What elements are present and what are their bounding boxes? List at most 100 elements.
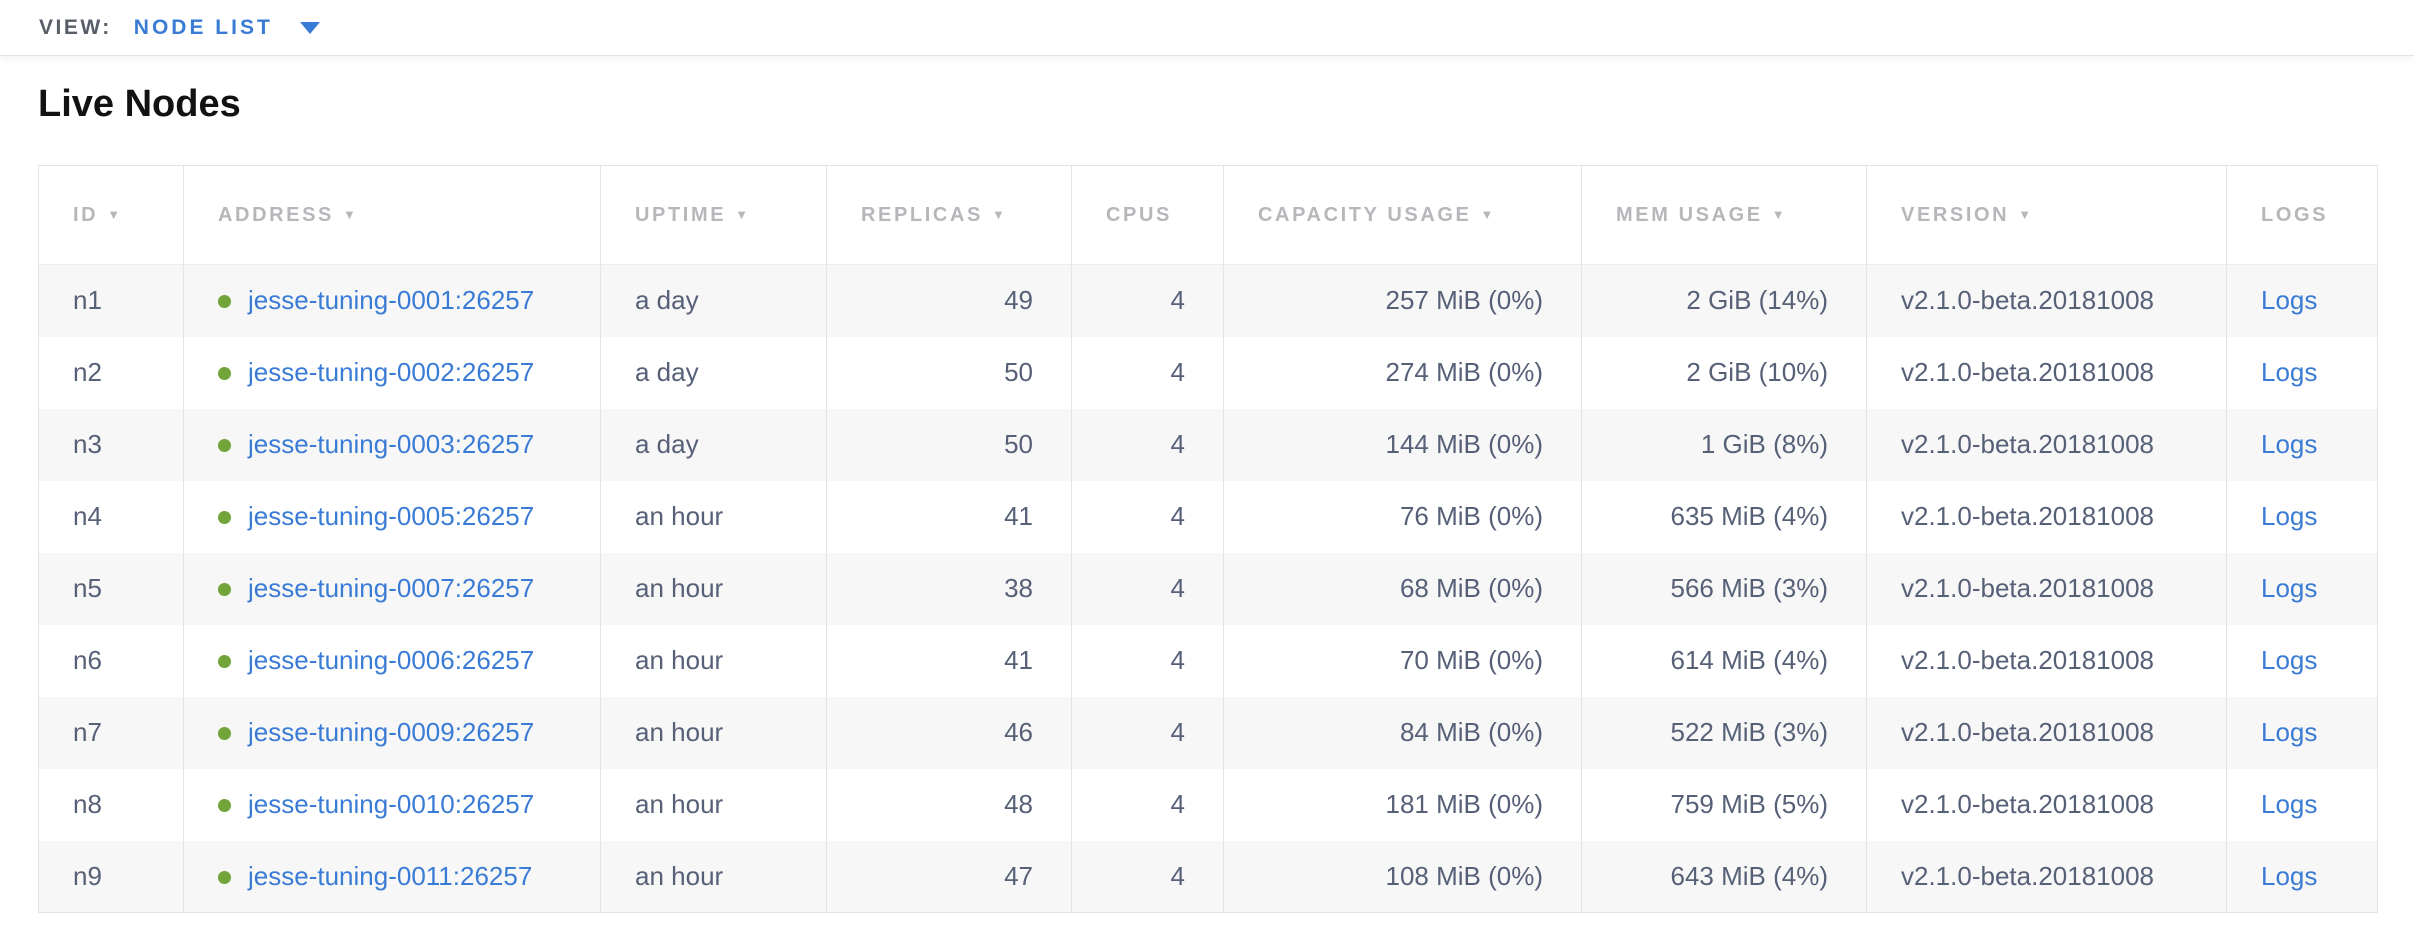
cell-id: n7 xyxy=(39,697,184,769)
cell-logs: Logs xyxy=(2227,841,2378,913)
cell-version: v2.1.0-beta.20181008 xyxy=(1867,625,2227,697)
node-address-link[interactable]: jesse-tuning-0001:26257 xyxy=(248,285,534,315)
cell-replicas: 41 xyxy=(827,481,1072,553)
cell-uptime: an hour xyxy=(601,625,827,697)
node-address-link[interactable]: jesse-tuning-0006:26257 xyxy=(248,645,534,675)
view-selector[interactable]: NODE LIST xyxy=(134,16,320,40)
cell-logs: Logs xyxy=(2227,769,2378,841)
cell-capacity: 76 MiB (0%) xyxy=(1224,481,1582,553)
cell-address: jesse-tuning-0006:26257 xyxy=(184,625,601,697)
live-nodes-table: ID▼ADDRESS▼UPTIME▼REPLICAS▼CPUSCAPACITY … xyxy=(38,165,2378,913)
cell-uptime: an hour xyxy=(601,697,827,769)
chevron-down-icon xyxy=(300,22,320,34)
node-logs-link[interactable]: Logs xyxy=(2261,573,2317,603)
cell-version: v2.1.0-beta.20181008 xyxy=(1867,841,2227,913)
cell-cpus: 4 xyxy=(1072,553,1224,625)
cell-logs: Logs xyxy=(2227,409,2378,481)
live-status-dot-icon xyxy=(218,583,231,596)
cell-replicas: 41 xyxy=(827,625,1072,697)
table-row: n3 jesse-tuning-0003:26257 a day504144 MiB… xyxy=(39,409,2378,481)
column-header-version[interactable]: VERSION▼ xyxy=(1867,166,2227,265)
column-header-replicas[interactable]: REPLICAS▼ xyxy=(827,166,1072,265)
live-status-dot-icon xyxy=(218,799,231,812)
node-logs-link[interactable]: Logs xyxy=(2261,501,2317,531)
node-logs-link[interactable]: Logs xyxy=(2261,285,2317,315)
live-status-dot-icon xyxy=(218,367,231,380)
cell-address: jesse-tuning-0005:26257 xyxy=(184,481,601,553)
column-header-id[interactable]: ID▼ xyxy=(39,166,184,265)
cell-cpus: 4 xyxy=(1072,769,1224,841)
cell-uptime: a day xyxy=(601,265,827,337)
cell-replicas: 47 xyxy=(827,841,1072,913)
cell-version: v2.1.0-beta.20181008 xyxy=(1867,481,2227,553)
table-row: n9jesse-tuning-0011:26257an hour474108 M… xyxy=(39,841,2378,913)
column-label: ADDRESS xyxy=(218,204,334,226)
node-address-link[interactable]: jesse-tuning-0009:26257 xyxy=(248,717,534,747)
table-row: n4jesse-tuning-0005:26257an hour41476 Mi… xyxy=(39,481,2378,553)
node-address-link[interactable]: jesse-tuning-0002:26257 xyxy=(248,357,534,387)
node-logs-link[interactable]: Logs xyxy=(2261,429,2317,459)
node-address-link[interactable]: jesse-tuning-0007:26257 xyxy=(248,573,534,603)
cell-uptime: a day xyxy=(601,409,827,481)
live-status-dot-icon xyxy=(218,871,231,884)
node-address-link[interactable]: jesse-tuning-0010:26257 xyxy=(248,789,534,819)
cell-capacity: 68 MiB (0%) xyxy=(1224,553,1582,625)
cell-mem: 643 MiB (4%) xyxy=(1582,841,1867,913)
cell-version: v2.1.0-beta.20181008 xyxy=(1867,409,2227,481)
cell-logs: Logs xyxy=(2227,337,2378,409)
cell-capacity: 108 MiB (0%) xyxy=(1224,841,1582,913)
cell-version: v2.1.0-beta.20181008 xyxy=(1867,553,2227,625)
cell-id: n5 xyxy=(39,553,184,625)
live-status-dot-icon xyxy=(218,655,231,668)
live-status-dot-icon xyxy=(218,727,231,740)
sort-desc-icon: ▼ xyxy=(1480,207,1493,222)
cell-id: n3 xyxy=(39,409,184,481)
cell-replicas: 50 xyxy=(827,409,1072,481)
cell-cpus: 4 xyxy=(1072,409,1224,481)
view-toolbar: VIEW: NODE LIST xyxy=(0,0,2414,56)
sort-desc-icon: ▼ xyxy=(735,207,748,222)
node-logs-link[interactable]: Logs xyxy=(2261,717,2317,747)
column-header-capacity[interactable]: CAPACITY USAGE▼ xyxy=(1224,166,1582,265)
table-row: n7jesse-tuning-0009:26257an hour46484 Mi… xyxy=(39,697,2378,769)
cell-capacity: 144 MiB (0%) xyxy=(1224,409,1582,481)
cell-mem: 566 MiB (3%) xyxy=(1582,553,1867,625)
node-address-link[interactable]: jesse-tuning-0011:26257 xyxy=(248,861,532,891)
column-header-address[interactable]: ADDRESS▼ xyxy=(184,166,601,265)
cell-uptime: an hour xyxy=(601,553,827,625)
cell-logs: Logs xyxy=(2227,625,2378,697)
column-label: VERSION xyxy=(1901,204,2009,226)
column-label: UPTIME xyxy=(635,204,726,226)
cell-logs: Logs xyxy=(2227,553,2378,625)
sort-desc-icon: ▼ xyxy=(992,207,1005,222)
cell-mem: 2 GiB (14%) xyxy=(1582,265,1867,337)
node-logs-link[interactable]: Logs xyxy=(2261,789,2317,819)
cell-id: n4 xyxy=(39,481,184,553)
cell-cpus: 4 xyxy=(1072,265,1224,337)
cell-mem: 2 GiB (10%) xyxy=(1582,337,1867,409)
node-logs-link[interactable]: Logs xyxy=(2261,357,2317,387)
cell-address: jesse-tuning-0001:26257 xyxy=(184,265,601,337)
cell-mem: 635 MiB (4%) xyxy=(1582,481,1867,553)
cell-uptime: an hour xyxy=(601,841,827,913)
column-header-mem[interactable]: MEM USAGE▼ xyxy=(1582,166,1867,265)
table-row: n1jesse-tuning-0001:26257a day494257 MiB… xyxy=(39,265,2378,337)
column-header-cpus: CPUS xyxy=(1072,166,1224,265)
cell-logs: Logs xyxy=(2227,481,2378,553)
cell-mem: 1 GiB (8%) xyxy=(1582,409,1867,481)
node-address-link[interactable]: jesse-tuning-0005:26257 xyxy=(248,501,534,531)
cell-mem: 614 MiB (4%) xyxy=(1582,625,1867,697)
cell-cpus: 4 xyxy=(1072,697,1224,769)
column-header-uptime[interactable]: UPTIME ▼ xyxy=(601,166,827,265)
cell-address: jesse-tuning-0003:26257 xyxy=(184,409,601,481)
cell-address: jesse-tuning-0002:26257 xyxy=(184,337,601,409)
node-logs-link[interactable]: Logs xyxy=(2261,645,2317,675)
view-label: VIEW: xyxy=(39,16,112,40)
column-label: MEM USAGE xyxy=(1616,204,1763,226)
column-label: ID xyxy=(73,204,98,226)
node-address-link[interactable]: jesse-tuning-0003:26257 xyxy=(248,429,534,459)
cell-address: jesse-tuning-0011:26257 xyxy=(184,841,601,913)
cell-id: n6 xyxy=(39,625,184,697)
cell-capacity: 274 MiB (0%) xyxy=(1224,337,1582,409)
node-logs-link[interactable]: Logs xyxy=(2261,861,2317,891)
